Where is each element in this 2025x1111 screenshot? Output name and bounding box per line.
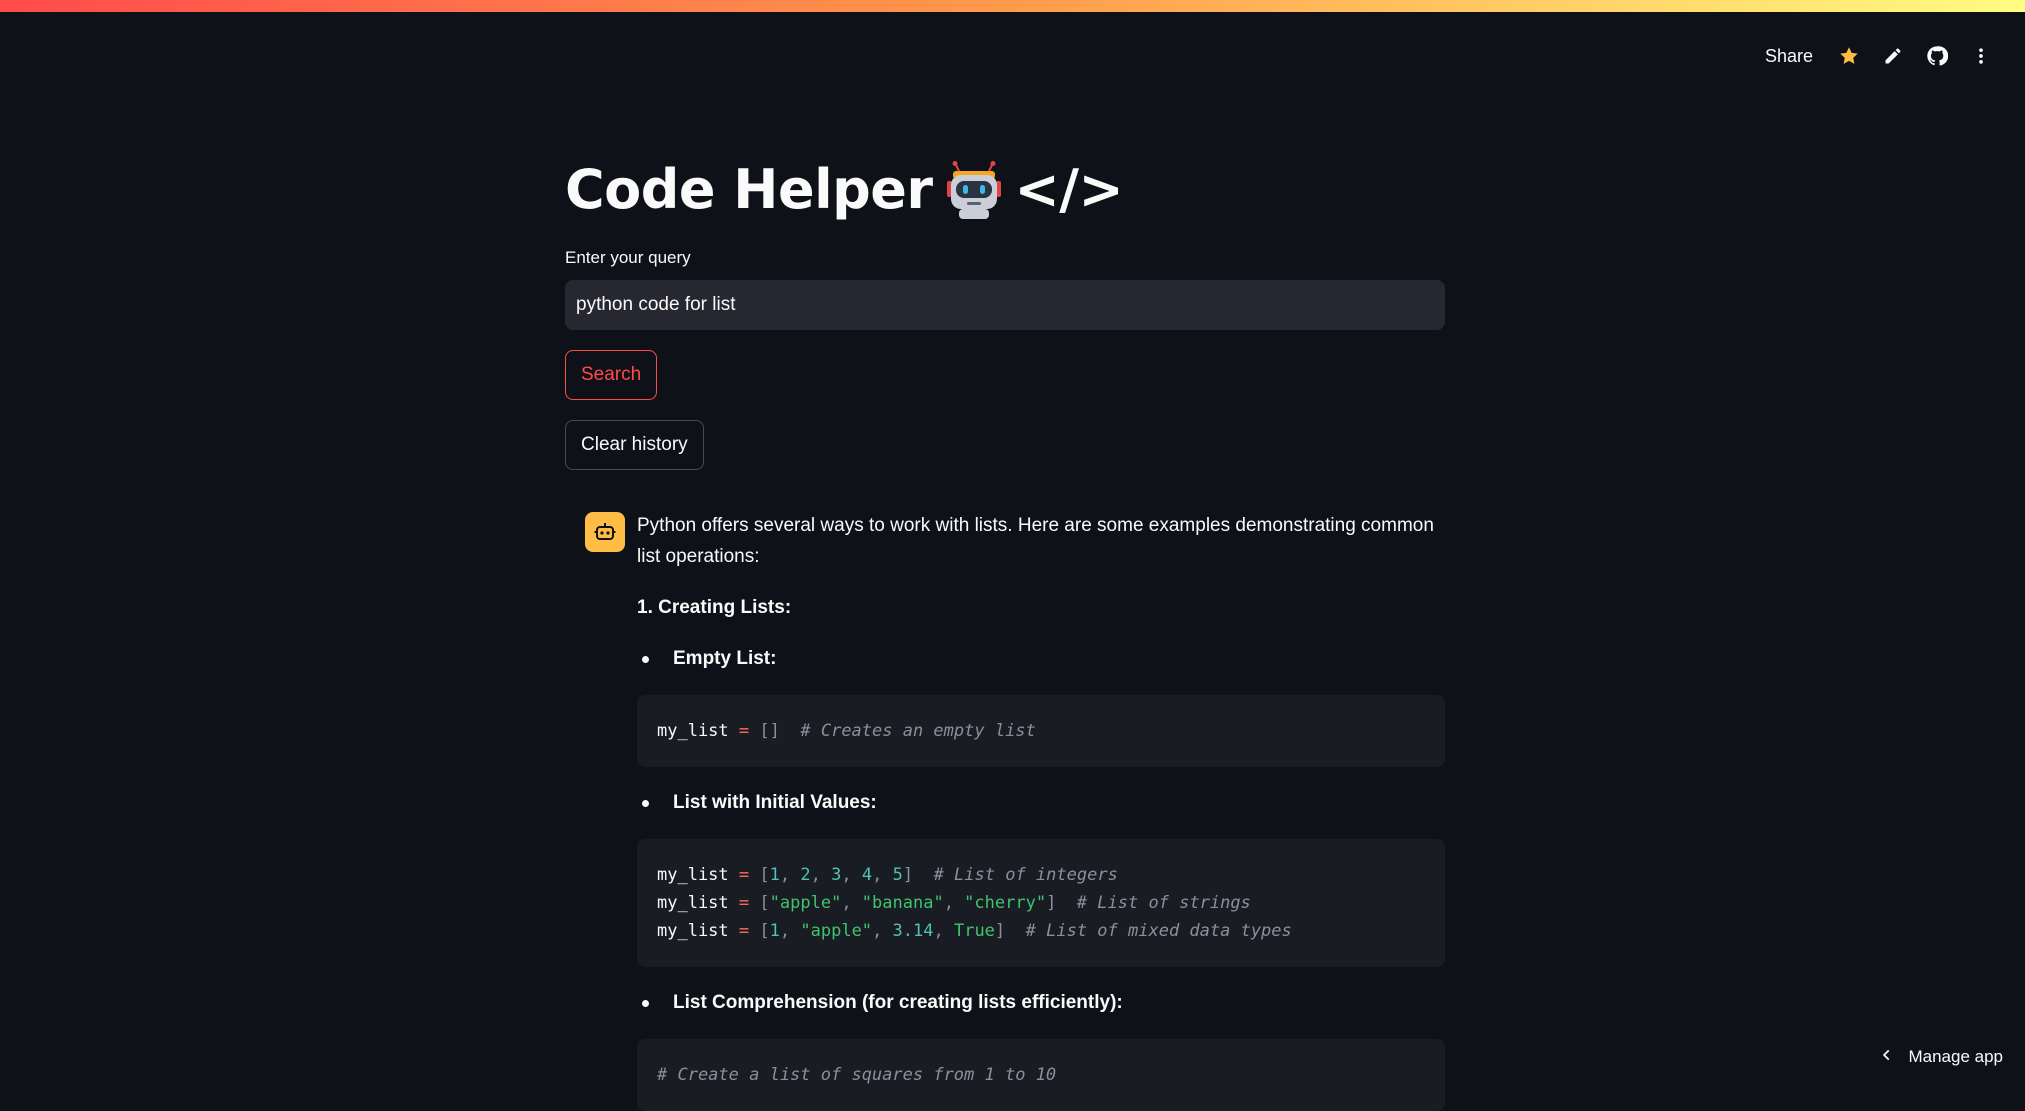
query-input[interactable] [565,280,1445,330]
code-comment: # Creates an empty list [800,721,1036,741]
github-icon[interactable] [1915,36,1959,76]
code-token: 5 [892,865,903,885]
star-icon[interactable] [1827,36,1871,76]
code-token: my_list [657,721,729,741]
bot-avatar-icon [585,512,625,552]
code-block: my_list = [1, 2, 3, 4, 5] # List of inte… [637,839,1445,967]
query-label: Enter your query [565,248,691,267]
manage-app-label: Manage app [1908,1047,2003,1066]
code-block: my_list = [] # Creates an empty list [637,695,1445,767]
pencil-icon[interactable] [1871,36,1915,76]
code-token: = [738,893,750,913]
app-toolbar: Share [1751,36,2003,76]
more-vertical-icon[interactable] [1959,36,2003,76]
code-token: "banana" [861,893,944,913]
clear-history-button[interactable]: Clear history [565,420,704,470]
code-comment: # List of mixed data types [1025,921,1292,941]
code-token: 3 [831,865,842,885]
message-body: Python offers several ways to work with … [637,510,1445,1111]
bullet-item: List Comprehension (for creating lists e… [637,987,1445,1018]
manage-app-button[interactable]: Manage app [1880,1037,2003,1077]
robot-emoji-icon [945,161,1003,219]
code-comment: # List of strings [1076,893,1251,913]
code-token: my_list [657,921,729,941]
code-token: 3.14 [892,921,934,941]
code-comment: # Create a list of squares from 1 to 10 [657,1065,1057,1085]
code-token: 1 [769,865,780,885]
code-token: = [738,865,750,885]
page-title: Code Helper </> [565,150,1445,230]
code-token: my_list [657,865,729,885]
code-block: # Create a list of squares from 1 to 10 [637,1039,1445,1111]
share-button[interactable]: Share [1751,46,1827,67]
page-title-text: Code Helper [565,158,933,221]
code-comment: # List of integers [933,865,1118,885]
code-token: 4 [861,865,873,885]
code-token: 1 [769,921,780,941]
search-button[interactable]: Search [565,350,658,400]
code-token: "cherry" [964,893,1047,913]
chevron-left-icon [1880,1047,1894,1067]
code-token: [] [759,721,780,741]
code-token: my_list [657,893,729,913]
bullet-item: Empty List: [637,643,1445,674]
assistant-message: Python offers several ways to work with … [585,510,1445,1111]
message-intro: Python offers several ways to work with … [637,515,1434,567]
code-token: True [953,921,995,941]
code-token: "apple" [800,921,873,941]
code-token: = [738,921,750,941]
code-tag-glyph: </> [1014,158,1124,221]
code-token: = [738,721,750,741]
section-heading: 1. Creating Lists: [637,597,792,618]
code-token: 2 [800,865,811,885]
code-token: "apple" [769,893,842,913]
main-content: Code Helper </> Enter your query Searc [565,150,1445,1111]
top-decoration-bar [0,0,2025,12]
bullet-item: List with Initial Values: [637,787,1445,818]
